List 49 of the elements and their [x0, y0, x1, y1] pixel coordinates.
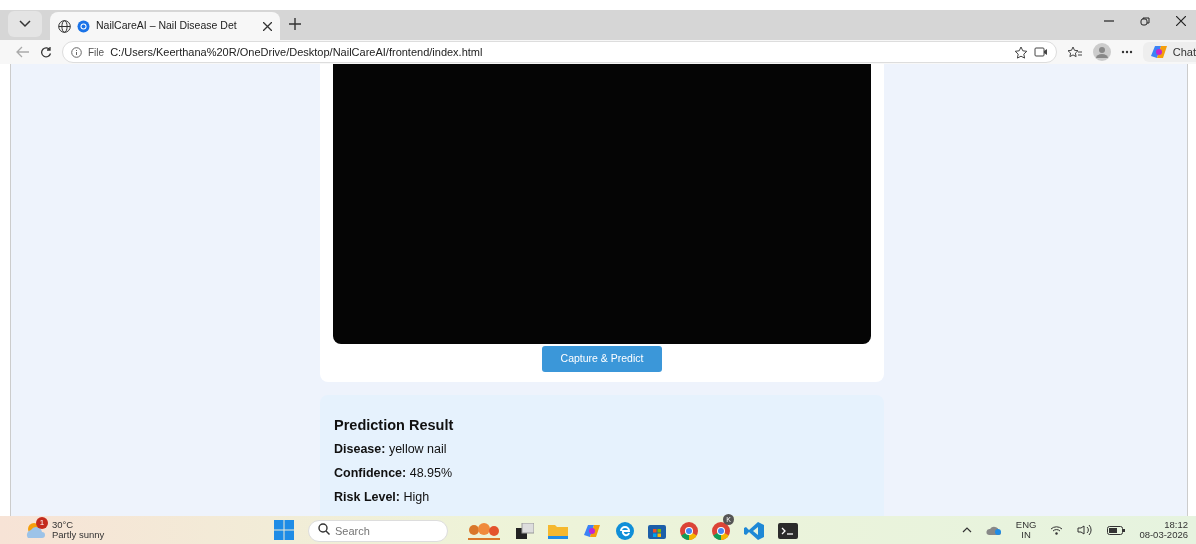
info-icon	[71, 46, 82, 58]
copilot-icon[interactable]	[582, 522, 602, 539]
task-view-icon[interactable]	[516, 522, 534, 539]
terminal-icon[interactable]	[778, 522, 798, 539]
start-icon[interactable]	[274, 520, 294, 540]
chat-label: Chat	[1172, 44, 1196, 60]
favorite-star-icon[interactable]	[1013, 45, 1028, 59]
tab-list-button[interactable]	[8, 11, 42, 37]
temperature-text: 30°C	[52, 520, 75, 530]
favorites-icon[interactable]	[1066, 45, 1083, 59]
clock[interactable]: 18:12 08-03-2026	[1139, 520, 1188, 540]
media-playing-icon	[77, 19, 90, 33]
profile-icon[interactable]	[1092, 43, 1111, 61]
url-text: C:/Users/Keerthana%20R/OneDrive/Desktop/NailCareAI/frontend/index.html	[110, 44, 483, 60]
copilot-icon	[1148, 44, 1169, 60]
more-icon[interactable]	[1120, 50, 1133, 54]
notification-badge: 1	[36, 517, 48, 529]
address-bar[interactable]: File C:/Users/Keerthana%20R/OneDrive/Desktop/NailCareAI/frontend/index.html	[62, 41, 1057, 63]
language-indicator[interactable]: ENG IN	[1015, 520, 1037, 540]
refresh-icon[interactable]	[40, 46, 52, 58]
widgets-icon[interactable]	[466, 521, 502, 540]
volume-icon[interactable]	[1077, 525, 1094, 535]
wifi-icon[interactable]	[1050, 525, 1064, 535]
edge-icon[interactable]	[616, 521, 634, 540]
folder-icon[interactable]	[548, 522, 568, 539]
globe-icon	[58, 19, 71, 33]
copilot-chat-button[interactable]: Chat	[1142, 41, 1196, 63]
browser-tab[interactable]: NailCareAI – Nail Disease Det	[50, 12, 280, 40]
code-editor-icon[interactable]	[744, 521, 764, 540]
battery-icon[interactable]	[1107, 525, 1126, 535]
result-line: Risk Level: High	[334, 490, 431, 506]
chrome-icon[interactable]	[712, 521, 730, 540]
chevron-up-icon[interactable]	[961, 527, 972, 533]
restore-icon[interactable]	[1140, 16, 1150, 26]
close-icon[interactable]	[263, 21, 272, 31]
new-tab-icon[interactable]	[288, 17, 302, 31]
cloud-sync-icon[interactable]	[985, 524, 1002, 536]
url-scheme: File	[88, 45, 105, 60]
result-line: Confidence: 48.95%	[334, 466, 454, 482]
chevron-down-icon	[19, 20, 31, 28]
close-icon[interactable]	[1176, 16, 1186, 26]
result-title: Prediction Result	[334, 416, 455, 435]
tab-title: NailCareAI – Nail Disease Det	[96, 18, 238, 34]
taskbar-search-field[interactable]: Search	[308, 520, 448, 542]
weather-condition: Partly sunny	[52, 530, 105, 540]
video-icon[interactable]	[1033, 47, 1048, 57]
result-line: Disease: yellow nail	[334, 442, 448, 458]
chrome-icon[interactable]	[680, 521, 698, 540]
store-icon[interactable]	[648, 522, 666, 540]
